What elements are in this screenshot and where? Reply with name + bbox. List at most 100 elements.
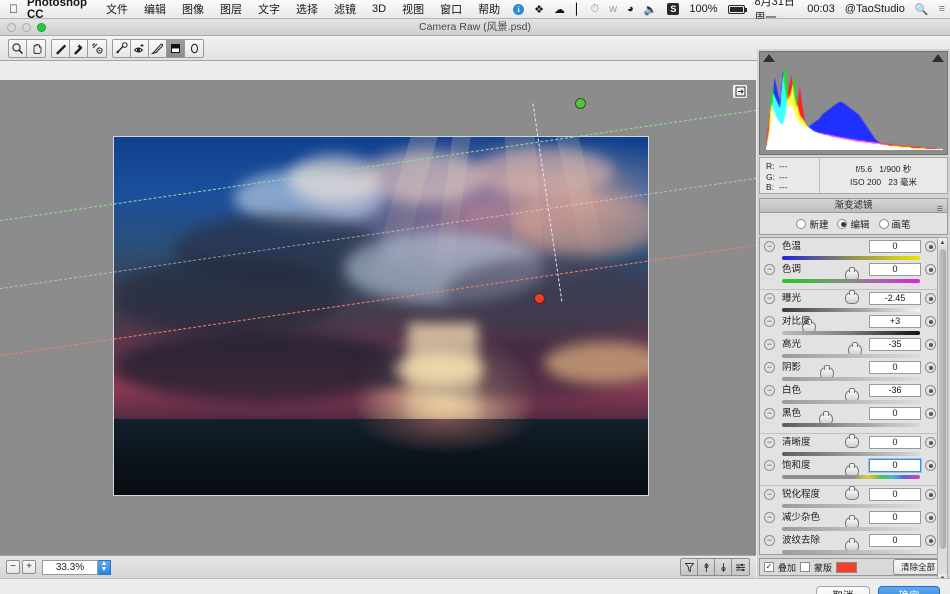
preferences-icon[interactable] <box>732 84 748 99</box>
app-name-label[interactable]: Photoshop CC <box>27 0 98 21</box>
keyboard-icon[interactable]: ⎜ <box>570 3 586 16</box>
blacks-value-field[interactable]: 0 <box>869 407 921 420</box>
volume-icon[interactable]: 🔈 <box>639 3 663 16</box>
zoom-stepper[interactable]: ▲ ▼ <box>98 559 111 575</box>
temperature-value-field[interactable]: 0 <box>869 240 921 253</box>
exposure-value-field[interactable]: -2.45 <box>869 292 921 305</box>
exposure-reset-right[interactable] <box>925 293 936 304</box>
spot-removal-tool[interactable] <box>113 39 131 57</box>
radio-edit-dot[interactable] <box>837 218 848 229</box>
cancel-button[interactable]: 取消 <box>816 586 870 594</box>
wifi-icon[interactable]: ◕ <box>622 3 639 15</box>
clarity-value-field[interactable]: 0 <box>869 436 921 449</box>
preview-area[interactable] <box>0 80 756 555</box>
graduated-filter-pin-red[interactable] <box>534 293 545 304</box>
shadow-clipping-icon[interactable] <box>763 54 775 62</box>
sharpness-value-field[interactable]: 0 <box>869 488 921 501</box>
scrollbar-thumb[interactable] <box>939 249 946 549</box>
radial-filter-tool[interactable] <box>185 39 203 57</box>
temperature-reset-left[interactable]: − <box>764 241 775 252</box>
highlights-track[interactable] <box>782 354 920 379</box>
apple-icon[interactable]:  <box>0 3 27 15</box>
cloud-icon[interactable]: ☁ <box>549 3 570 16</box>
menu-item-window[interactable]: 窗口 <box>432 1 470 17</box>
white-balance-tool[interactable] <box>52 39 70 57</box>
preferences-list-icon[interactable] <box>732 559 749 575</box>
filter-view-icon[interactable] <box>681 559 698 575</box>
ok-button[interactable]: 确定 <box>878 586 940 594</box>
highlights-value-field[interactable]: -35 <box>869 338 921 351</box>
zoom-out-button[interactable]: − <box>6 560 20 574</box>
sharpness-track[interactable] <box>782 504 920 529</box>
menu-item-edit[interactable]: 编辑 <box>136 1 174 17</box>
blacks-reset-right[interactable] <box>925 408 936 419</box>
shadows-value-field[interactable]: 0 <box>869 361 921 374</box>
whites-reset-right[interactable] <box>925 385 936 396</box>
saturation-reset-left[interactable]: − <box>764 460 775 471</box>
moire-reduction-reset-left[interactable]: − <box>764 535 775 546</box>
moire-reduction-reset-right[interactable] <box>925 535 936 546</box>
graduated-filter-pin-green[interactable] <box>575 98 586 109</box>
red-eye-tool[interactable] <box>131 39 149 57</box>
menubar-user[interactable]: @TaoStudio <box>840 3 910 15</box>
exposure-track[interactable] <box>782 308 920 333</box>
panel-scrollbar[interactable]: ▲ ▼ <box>937 237 948 585</box>
graduated-filter-tool[interactable] <box>167 39 185 57</box>
moire-reduction-track[interactable] <box>782 550 920 554</box>
clear-all-button[interactable]: 清除全部 <box>892 559 943 575</box>
tint-reset-right[interactable] <box>925 264 936 275</box>
adjustment-brush-tool[interactable] <box>149 39 167 57</box>
menu-item-select[interactable]: 选择 <box>288 1 326 17</box>
dropbox-icon[interactable]: ❖ <box>529 3 549 16</box>
tint-value-field[interactable]: 0 <box>869 263 921 276</box>
noise-reduction-track[interactable] <box>782 527 920 552</box>
swap-icon[interactable] <box>715 559 732 575</box>
contrast-reset-right[interactable] <box>925 316 936 327</box>
highlight-clipping-icon[interactable] <box>932 54 944 62</box>
menu-item-type[interactable]: 文字 <box>250 1 288 17</box>
radio-edit[interactable]: 编辑 <box>837 217 870 231</box>
menu-item-3d[interactable]: 3D <box>364 3 394 15</box>
noise-reduction-reset-right[interactable] <box>925 512 936 523</box>
battery-icon[interactable] <box>723 4 750 14</box>
contrast-track[interactable] <box>782 331 920 356</box>
zoom-in-button[interactable]: + <box>22 560 36 574</box>
shadows-track[interactable] <box>782 377 920 402</box>
info-icon[interactable]: i <box>508 3 529 15</box>
radio-brush[interactable]: 画笔 <box>878 217 911 231</box>
shadows-reset-right[interactable] <box>925 362 936 373</box>
mask-checkbox[interactable] <box>800 562 811 572</box>
blacks-reset-left[interactable]: − <box>764 408 775 419</box>
temperature-reset-right[interactable] <box>925 241 936 252</box>
sharpness-reset-right[interactable] <box>925 489 936 500</box>
noise-reduction-value-field[interactable]: 0 <box>869 511 921 524</box>
color-sampler-tool[interactable] <box>70 39 88 57</box>
targeted-adjustment-tool[interactable] <box>88 39 106 57</box>
slider-scroll-container[interactable]: − 色温 0− 色调 0− 曝光 -2.45− 对比度 +3− 高光 -35− 阴影 0− 白色 -36− 黑… <box>759 237 948 555</box>
highlights-reset-left[interactable]: − <box>764 339 775 350</box>
contrast-reset-left[interactable]: − <box>764 316 775 327</box>
saturation-reset-right[interactable] <box>925 460 936 471</box>
sharpness-reset-left[interactable]: − <box>764 489 775 500</box>
overlay-checkbox[interactable]: ✓ <box>764 562 774 572</box>
zoom-tool[interactable] <box>9 39 27 57</box>
temperature-track[interactable] <box>782 256 920 281</box>
highlights-reset-right[interactable] <box>925 339 936 350</box>
scroll-up-arrow[interactable]: ▲ <box>938 238 947 248</box>
radio-new[interactable]: 新建 <box>796 217 828 231</box>
search-icon[interactable]: 🔍 <box>910 3 934 16</box>
bluetooth-icon[interactable]: w <box>604 3 622 15</box>
menu-item-filter[interactable]: 滤镜 <box>326 1 364 17</box>
before-after-icon[interactable] <box>698 559 715 575</box>
contrast-value-field[interactable]: +3 <box>869 315 921 328</box>
moire-reduction-value-field[interactable]: 0 <box>869 534 921 547</box>
notification-center-icon[interactable]: ≡ <box>934 3 950 15</box>
shadowsocks-icon[interactable]: S <box>662 3 684 15</box>
whites-value-field[interactable]: -36 <box>869 384 921 397</box>
clock-icon[interactable]: ⏱ <box>585 3 604 16</box>
clarity-track[interactable] <box>782 452 920 477</box>
saturation-value-field[interactable]: 0 <box>869 459 921 472</box>
whites-track[interactable] <box>782 400 920 425</box>
radio-brush-dot[interactable] <box>878 218 889 229</box>
image-preview[interactable] <box>113 136 649 496</box>
